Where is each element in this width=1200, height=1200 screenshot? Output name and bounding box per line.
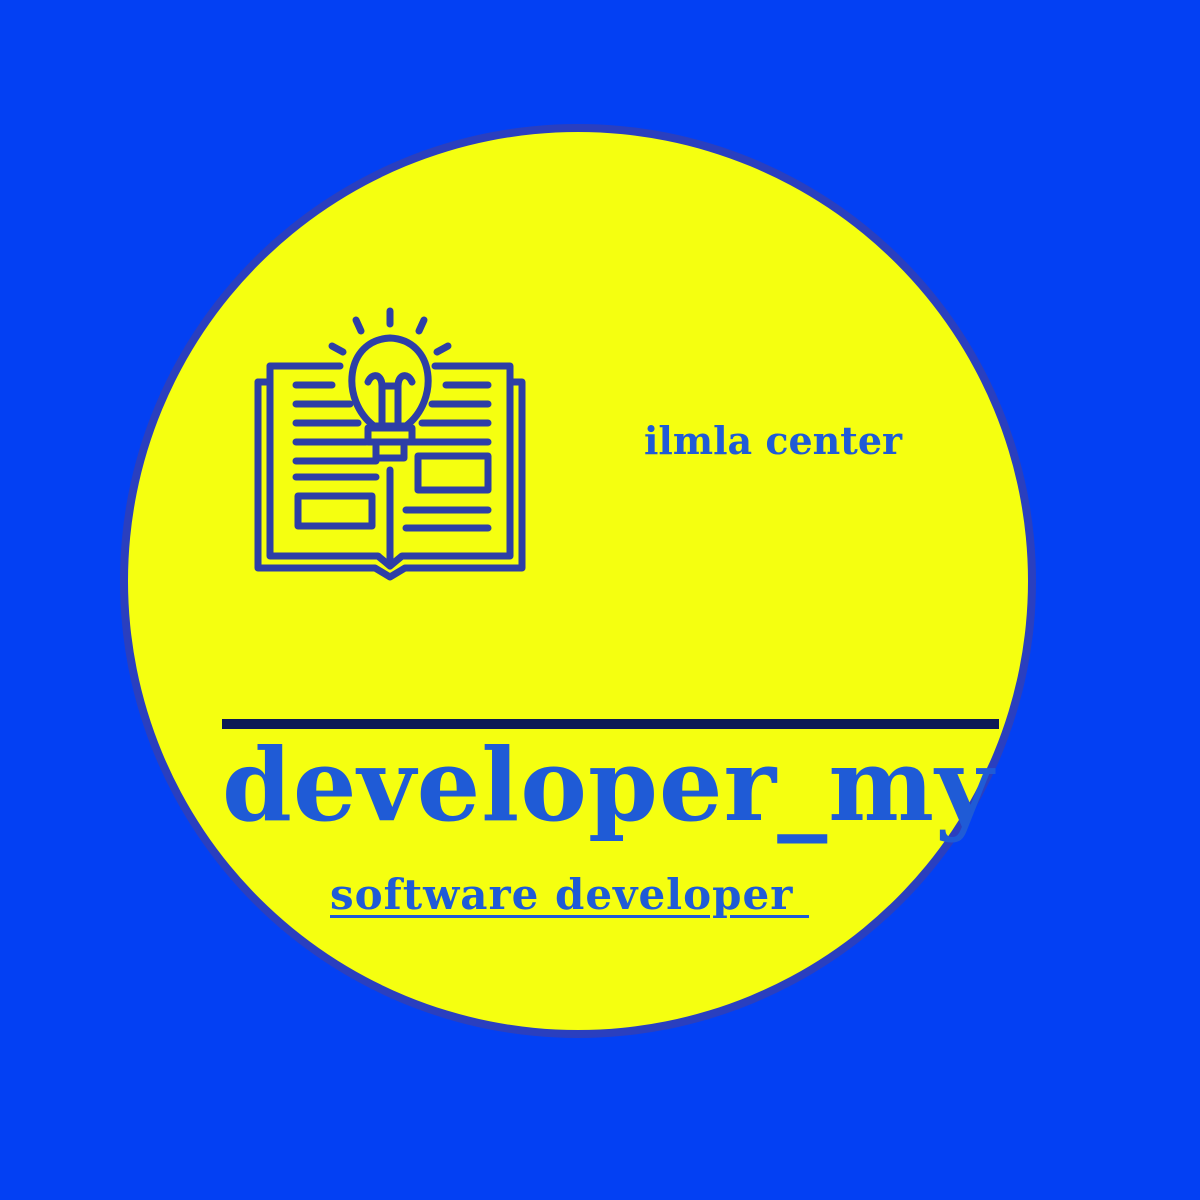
open-book-lightbulb-icon [254, 307, 526, 581]
tagline-text: ilmla center [644, 418, 903, 463]
role-text: software developer [330, 870, 809, 919]
wordmark-text: developer_my [222, 726, 995, 844]
